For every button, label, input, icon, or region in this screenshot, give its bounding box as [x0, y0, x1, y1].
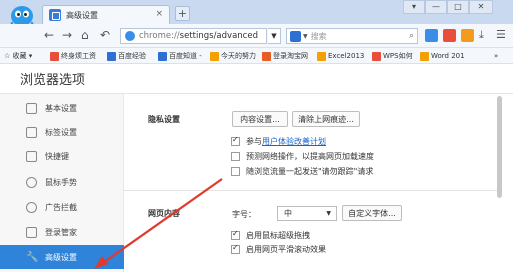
checkbox[interactable] — [231, 243, 240, 254]
menu-icon[interactable]: ☰ — [496, 28, 506, 42]
tab-title: 高级设置 — [66, 10, 98, 20]
window-menu-button[interactable]: ▾ — [403, 0, 425, 14]
checkbox[interactable] — [231, 152, 240, 161]
search-icon[interactable]: ⌕ — [409, 31, 414, 41]
chevron-down-icon: ▼ — [326, 210, 331, 217]
bookmark-icon — [158, 51, 167, 61]
extension-icon[interactable] — [425, 29, 438, 42]
address-dropdown-button[interactable]: ▼ — [268, 28, 281, 44]
checkbox[interactable] — [231, 167, 240, 176]
font-size-select[interactable]: 中 ▼ — [277, 206, 337, 221]
bookmark-icon — [107, 51, 116, 61]
address-url: chrome://settings/advanced — [139, 31, 258, 41]
search-input[interactable]: 搜索 — [311, 31, 409, 42]
new-tab-button[interactable]: + — [175, 6, 190, 21]
section-divider — [124, 190, 500, 191]
bookmark-icon — [372, 51, 381, 61]
web-content-section-label: 网页内容 — [148, 209, 180, 218]
bookmark-item[interactable]: Excel2013 — [317, 50, 364, 62]
bookmark-icon — [262, 51, 271, 61]
browser-window: 高级设置 × + ▾ — □ ✕ ← → ⌂ ↶ chrome://settin… — [0, 0, 513, 272]
privacy-section-label: 隐私设置 — [148, 115, 180, 124]
ux-program-checkbox[interactable]: 参与 用户体验改善计划 — [231, 135, 326, 147]
content-settings-button[interactable]: 内容设置... — [232, 111, 288, 127]
screenshot-icon[interactable] — [443, 29, 456, 42]
back-button[interactable]: ← — [44, 28, 54, 42]
search-engine-icon[interactable] — [290, 30, 301, 42]
sidebar-item-tabs[interactable]: 标签设置 — [0, 120, 124, 144]
lock-icon — [26, 226, 37, 238]
settings-sidebar: 基本设置 标签设置 快捷键 鼠标手势 广告拦截 登录管家 🔧 高级设置 — [0, 94, 124, 272]
font-size-label: 字号： — [232, 210, 256, 219]
sidebar-item-shortcuts[interactable]: 快捷键 — [0, 144, 124, 168]
do-not-track-checkbox[interactable]: 随浏览流量一起发送"请勿跟踪"请求 — [231, 166, 373, 177]
tab-icon — [26, 126, 37, 138]
block-icon — [26, 201, 37, 213]
checkbox[interactable] — [231, 135, 240, 146]
bookmark-item[interactable]: 今天的努力 — [210, 50, 256, 62]
bookmark-item[interactable]: 百度经验 — [107, 50, 146, 62]
bookmark-item[interactable]: 终身烦工资 — [50, 50, 96, 62]
keyboard-icon — [26, 150, 37, 162]
bookmarks-overflow-button[interactable]: » — [494, 50, 498, 62]
clear-browsing-traces-button[interactable]: 清除上网痕迹... — [292, 111, 360, 127]
bookmark-icon — [50, 51, 59, 61]
wrench-icon: 🔧 — [26, 251, 39, 263]
download-icon[interactable]: ⤓ — [479, 28, 484, 42]
bookmark-item[interactable]: 百度知道 - — [158, 50, 202, 62]
bookmark-icon — [420, 51, 429, 61]
sidebar-item-mouse-gestures[interactable]: 鼠标手势 — [0, 170, 124, 194]
maximize-button[interactable]: □ — [447, 0, 469, 14]
sidebar-item-basic[interactable]: 基本设置 — [0, 96, 124, 120]
mouse-icon — [26, 176, 37, 188]
bookmark-item[interactable]: WPS如何 — [372, 50, 413, 62]
scrollbar[interactable] — [497, 96, 502, 198]
bookmark-item[interactable]: 登录淘宝网 — [262, 50, 308, 62]
page-title: 浏览器选项 — [20, 73, 86, 88]
address-bar[interactable]: chrome://settings/advanced — [120, 28, 267, 44]
cloud-icon[interactable] — [461, 29, 474, 42]
forward-button[interactable]: → — [62, 28, 72, 42]
bookmark-item[interactable]: Word 201 — [420, 50, 465, 62]
undo-close-button[interactable]: ↶ — [100, 28, 110, 42]
bookmark-favorites[interactable]: ☆ 收藏 ▾ — [4, 50, 32, 62]
gear-icon — [26, 102, 37, 114]
bookmark-icon — [210, 51, 219, 61]
shield-icon — [125, 31, 135, 41]
sidebar-item-advanced[interactable]: 🔧 高级设置 — [0, 245, 124, 269]
sidebar-item-adblock[interactable]: 广告拦截 — [0, 195, 124, 219]
home-button[interactable]: ⌂ — [81, 28, 89, 42]
ux-program-link[interactable]: 用户体验改善计划 — [262, 136, 326, 147]
settings-page-favicon-icon — [49, 9, 61, 21]
tab-advanced-settings[interactable]: 高级设置 × — [42, 5, 170, 24]
tab-strip: 高级设置 × + ▾ — □ ✕ — [0, 0, 513, 37]
chevron-down-icon[interactable]: ▼ — [303, 33, 308, 40]
tab-close-icon[interactable]: × — [155, 9, 163, 19]
bookmark-icon — [317, 51, 326, 61]
predict-network-checkbox[interactable]: 预测网络操作，以提高网页加载速度 — [231, 151, 374, 162]
super-drag-checkbox[interactable]: 启用鼠标超级拖拽 — [231, 229, 310, 241]
sidebar-item-login-manager[interactable]: 登录管家 — [0, 220, 124, 244]
navigation-toolbar: ← → ⌂ ↶ chrome://settings/advanced ▼ ▼ 搜… — [0, 24, 513, 48]
bookmarks-bar: ☆ 收藏 ▾ 终身烦工资 百度经验 百度知道 - 今天的努力 登录淘宝网 Exc… — [0, 48, 513, 64]
smooth-scroll-checkbox[interactable]: 启用网页平滑滚动效果 — [231, 243, 326, 255]
search-box[interactable]: ▼ 搜索 ⌕ — [286, 28, 418, 44]
checkbox[interactable] — [231, 229, 240, 240]
close-window-button[interactable]: ✕ — [469, 0, 493, 14]
minimize-button[interactable]: — — [425, 0, 447, 14]
custom-font-button[interactable]: 自定义字体... — [342, 205, 402, 221]
